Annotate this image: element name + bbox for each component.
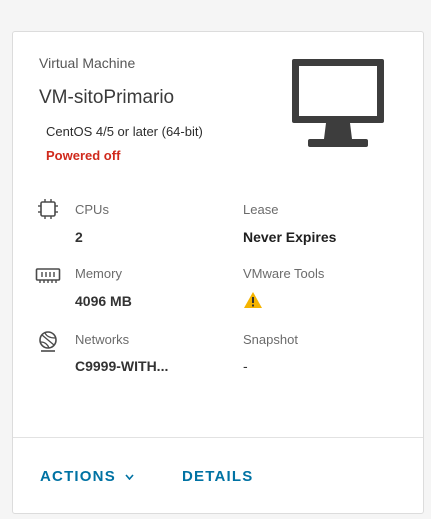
networks-label: Networks [75,332,130,347]
cpus-value: 2 [75,229,83,245]
actions-button-label: ACTIONS [40,468,116,485]
warning-icon[interactable] [243,291,263,309]
vmware-tools-label: VMware Tools [243,266,325,281]
memory-value: 4096 MB [75,293,132,309]
lease-value: Never Expires [243,229,337,245]
snapshot-value: - [243,358,248,374]
vm-name: VM-sitoPrimario [39,87,175,108]
memory-module-icon [35,268,61,283]
vm-card: Virtual Machine VM-sitoPrimario CentOS 4… [12,31,424,514]
memory-label: Memory [75,266,122,281]
chevron-down-icon [125,474,134,481]
monitor-icon [292,59,384,147]
vm-type-label: Virtual Machine [39,55,136,71]
card-footer-divider [13,437,423,438]
actions-menu-button[interactable]: ACTIONS [40,468,134,485]
guest-os-label: CentOS 4/5 or later (64-bit) [46,124,203,139]
cpus-label: CPUs [75,202,109,217]
details-button[interactable]: DETAILS [182,468,253,485]
network-globe-icon [39,331,57,352]
snapshot-label: Snapshot [243,332,298,347]
networks-value[interactable]: C9999-WITH... [75,358,168,374]
power-state-label: Powered off [46,148,121,163]
cpu-chip-icon [38,199,58,219]
lease-label: Lease [243,202,279,217]
